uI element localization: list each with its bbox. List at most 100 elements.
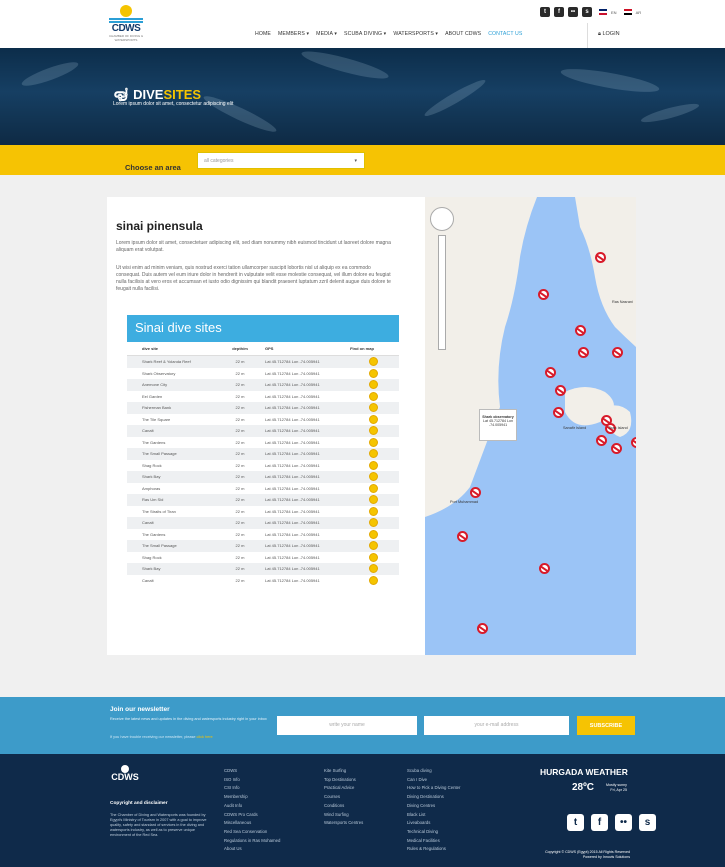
dive-site-marker-icon[interactable] xyxy=(611,443,622,454)
find-on-map-pin-icon[interactable] xyxy=(369,483,378,493)
find-on-map-pin-icon[interactable] xyxy=(369,403,378,413)
find-on-map-pin-icon[interactable] xyxy=(369,541,378,551)
map-pan-control[interactable] xyxy=(430,207,454,231)
footer-link[interactable]: ISO Info xyxy=(224,776,280,785)
footer-link[interactable]: Rules & Regulations xyxy=(407,845,461,854)
footer-link[interactable]: Watersports Centres xyxy=(324,819,363,828)
lang-en[interactable]: EN xyxy=(611,10,617,15)
footer-link[interactable]: Medical Facilities xyxy=(407,837,461,846)
dive-site-marker-icon[interactable] xyxy=(539,563,550,574)
footer-link[interactable]: CDWS Pro Cards xyxy=(224,811,280,820)
twitter-icon[interactable]: t xyxy=(540,7,550,17)
dive-site-depth: 22 m xyxy=(235,508,245,514)
dive-site-gps: Lat 45.712784 Lon -74.005941 xyxy=(265,370,320,376)
egypt-flag-icon[interactable] xyxy=(623,9,632,15)
dive-site-marker-icon[interactable] xyxy=(575,325,586,336)
cdws-logo[interactable]: CDWS CHAMBER OF DIVING & WATERSPORTS xyxy=(108,5,144,42)
skype-icon[interactable]: s xyxy=(639,814,656,831)
subscribe-button[interactable]: SUBSCRIBE xyxy=(577,716,635,735)
footer-link[interactable]: How to Pick a Diving Center xyxy=(407,784,461,793)
nav-watersports[interactable]: WATERSPORTS ▾ xyxy=(393,31,438,37)
nav-about[interactable]: ABOUT CDWS xyxy=(445,31,481,37)
dive-site-depth: 22 m xyxy=(235,439,245,445)
dive-site-marker-icon[interactable] xyxy=(555,385,566,396)
twitter-icon[interactable]: t xyxy=(567,814,584,831)
footer-logo[interactable]: CDWS xyxy=(110,765,140,782)
find-on-map-pin-icon[interactable] xyxy=(369,460,378,470)
skype-icon[interactable]: s xyxy=(582,7,592,17)
dive-site-name: Canalt xyxy=(142,577,154,583)
find-on-map-pin-icon[interactable] xyxy=(369,495,378,505)
nav-members[interactable]: MEMBERS ▾ xyxy=(278,31,309,37)
find-on-map-pin-icon[interactable] xyxy=(369,368,378,378)
dive-site-marker-icon[interactable] xyxy=(545,367,556,378)
footer-link[interactable]: Diving Centres xyxy=(407,802,461,811)
login-button[interactable]: 🔒︎ LOGIN xyxy=(587,23,627,48)
footer-link[interactable]: Liveaboards xyxy=(407,819,461,828)
flickr-icon[interactable]: •• xyxy=(568,7,578,17)
dive-site-marker-icon[interactable] xyxy=(612,347,623,358)
dive-site-marker-icon[interactable] xyxy=(596,435,607,446)
footer-link[interactable]: Audit Info xyxy=(224,802,280,811)
nav-scuba-diving[interactable]: SCUBA DIVING ▾ xyxy=(344,31,386,37)
footer-link[interactable]: Practical Advice xyxy=(324,784,363,793)
dive-sites-map[interactable] xyxy=(425,197,636,655)
dive-site-marker-icon[interactable] xyxy=(470,487,481,498)
footer-link[interactable]: Can I Dive xyxy=(407,776,461,785)
footer-link[interactable]: Regulations in Ras Mohamed xyxy=(224,837,280,846)
find-on-map-pin-icon[interactable] xyxy=(369,414,378,424)
nav-contact[interactable]: CONTACT US xyxy=(488,31,522,37)
find-on-map-pin-icon[interactable] xyxy=(369,437,378,447)
map-zoom-slider[interactable] xyxy=(438,235,446,350)
facebook-icon[interactable]: f xyxy=(554,7,564,17)
newsletter-name-input[interactable]: write your name xyxy=(277,716,417,735)
area-select[interactable]: all categories ▾ xyxy=(197,152,365,169)
find-on-map-pin-icon[interactable] xyxy=(369,552,378,562)
footer-link[interactable]: Diving Destinations xyxy=(407,793,461,802)
nav-media[interactable]: MEDIA ▾ xyxy=(316,31,337,37)
find-on-map-pin-icon[interactable] xyxy=(369,357,378,367)
footer-link[interactable]: Courses xyxy=(324,793,363,802)
footer-link[interactable]: About Us xyxy=(224,845,280,854)
find-on-map-pin-icon[interactable] xyxy=(369,564,378,574)
find-on-map-pin-icon[interactable] xyxy=(369,449,378,459)
dive-site-marker-icon[interactable] xyxy=(578,347,589,358)
footer-link[interactable]: Technical Diving xyxy=(407,828,461,837)
dive-site-name: Shark Bay xyxy=(142,566,161,572)
footer-link[interactable]: Kite Surfing xyxy=(324,767,363,776)
newsletter-email-input[interactable]: your e-mail address xyxy=(424,716,569,735)
table-row: Ras Um Sid 22 m Lat 45.712784 Lon -74.0059… xyxy=(127,494,399,506)
footer-link[interactable]: CSI Info xyxy=(224,784,280,793)
uk-flag-icon[interactable] xyxy=(599,9,607,15)
nav-home[interactable]: HOME xyxy=(255,31,271,37)
find-on-map-pin-icon[interactable] xyxy=(369,380,378,390)
footer-link[interactable]: Membership xyxy=(224,793,280,802)
dive-site-marker-icon[interactable] xyxy=(538,289,549,300)
dive-site-marker-icon[interactable] xyxy=(595,252,606,263)
footer-link[interactable]: Scuba diving xyxy=(407,767,461,776)
find-on-map-pin-icon[interactable] xyxy=(369,575,378,585)
footer-link[interactable]: CDWS xyxy=(224,767,280,776)
footer-link[interactable]: Conditions xyxy=(324,802,363,811)
footer-link[interactable]: Miscellaneous xyxy=(224,819,280,828)
footer-link[interactable]: Wind Surfing xyxy=(324,811,363,820)
newsletter-help-link[interactable]: click here xyxy=(197,735,213,739)
find-on-map-pin-icon[interactable] xyxy=(369,529,378,539)
flickr-icon[interactable]: •• xyxy=(615,814,632,831)
lang-ar[interactable]: AR xyxy=(636,10,642,15)
dive-site-marker-icon[interactable] xyxy=(631,437,636,448)
find-on-map-pin-icon[interactable] xyxy=(369,506,378,516)
find-on-map-pin-icon[interactable] xyxy=(369,426,378,436)
dive-site-marker-icon[interactable] xyxy=(457,531,468,542)
footer-link[interactable]: Black List xyxy=(407,811,461,820)
find-on-map-pin-icon[interactable] xyxy=(369,518,378,528)
dive-site-marker-icon[interactable] xyxy=(553,407,564,418)
find-on-map-pin-icon[interactable] xyxy=(369,472,378,482)
dive-site-depth: 22 m xyxy=(235,405,245,411)
dive-site-marker-icon[interactable] xyxy=(477,623,488,634)
facebook-icon[interactable]: f xyxy=(591,814,608,831)
footer-link[interactable]: Red Sea Conservation xyxy=(224,828,280,837)
footer-link[interactable]: Top Destinations xyxy=(324,776,363,785)
find-on-map-pin-icon[interactable] xyxy=(369,391,378,401)
dive-site-name: Ras Um Sid xyxy=(142,497,164,503)
